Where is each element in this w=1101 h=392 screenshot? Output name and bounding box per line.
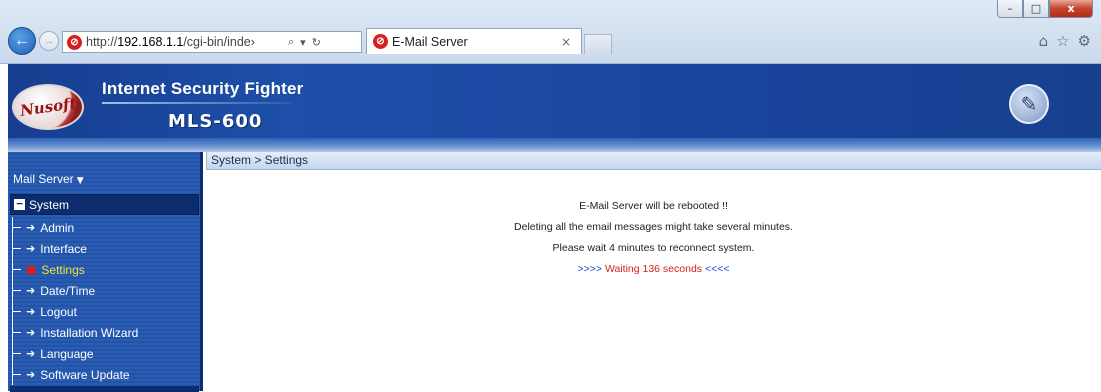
maximize-button[interactable]: □ xyxy=(1023,0,1049,18)
dropdown-icon[interactable]: ▾ xyxy=(300,36,306,49)
arrow-right-icon: ➜ xyxy=(26,305,36,318)
countdown-text: >>>> Waiting 136 seconds <<<< xyxy=(206,263,1101,275)
url-path: /cgi-bin/inde› xyxy=(183,35,255,49)
sidebar-item-label: Logout xyxy=(40,304,77,319)
back-button[interactable]: ← xyxy=(8,27,36,55)
back-arrow-icon: ← xyxy=(14,32,30,49)
sidebar-item-label: Admin xyxy=(40,220,75,235)
browser-tab[interactable]: ⊘ E-Mail Server × xyxy=(366,28,582,54)
reconnect-message: Please wait 4 minutes to reconnect syste… xyxy=(552,242,755,254)
sidebar-item-software-update[interactable]: ➜ Software Update xyxy=(12,364,198,385)
tab-close-icon[interactable]: × xyxy=(561,35,571,49)
site-favicon-icon: ⊘ xyxy=(67,34,82,50)
address-bar[interactable]: ⊘ http://192.168.1.1/cgi-bin/inde› ⌕ ▾ ↻ xyxy=(62,31,362,53)
refresh-icon[interactable]: ↻ xyxy=(312,36,321,49)
tree-line xyxy=(12,280,26,301)
arrow-right-icon: ➜ xyxy=(26,284,36,297)
mail-server-label: Mail Server xyxy=(13,172,74,186)
arrow-right-icon: ➜ xyxy=(26,368,36,381)
collapse-icon[interactable]: − xyxy=(14,198,25,210)
header-wave xyxy=(8,138,1101,152)
close-window-button[interactable]: x xyxy=(1049,0,1093,18)
forward-arrow-icon: → xyxy=(43,35,55,47)
sidebar-item-label: Date/Time xyxy=(40,283,96,298)
logo-text: Nusoft xyxy=(18,94,78,120)
chevron-down-icon: ▼ xyxy=(76,176,84,186)
app-header: Nusoft Internet Security Fighter MLS-600… xyxy=(8,64,1101,152)
nusoft-logo: Nusoft xyxy=(12,84,84,130)
address-url[interactable]: http://192.168.1.1/cgi-bin/inde› xyxy=(86,35,282,49)
tab-favicon-icon: ⊘ xyxy=(373,34,388,49)
tree-line xyxy=(12,364,26,385)
sidebar-item-interface[interactable]: ➜ Interface xyxy=(12,238,198,259)
sidebar-item-settings[interactable]: ■ Settings xyxy=(12,259,198,280)
sidebar-item-label: Installation Wizard xyxy=(40,325,139,340)
tab-title: E-Mail Server xyxy=(392,34,468,49)
sidebar-item-logout[interactable]: ➜ Logout xyxy=(12,301,198,322)
tree-line xyxy=(12,322,26,343)
browser-toolbar-icons: ⌂ ☆ ⚙ xyxy=(1039,32,1091,50)
window-controls: – □ x xyxy=(997,0,1093,20)
model-name: MLS-600 xyxy=(168,111,263,132)
sidebar-item-language[interactable]: ➜ Language xyxy=(12,343,198,364)
new-tab-button[interactable] xyxy=(584,34,612,54)
gear-icon[interactable]: ⚙ xyxy=(1078,32,1091,50)
countdown-suffix: <<<< xyxy=(704,263,730,275)
reboot-message: E-Mail Server will be rebooted !! xyxy=(579,200,728,212)
arrow-right-icon: ➜ xyxy=(26,242,36,255)
forward-button[interactable]: → xyxy=(39,31,59,51)
sidebar-group-label: System xyxy=(29,197,70,212)
tree-line xyxy=(12,343,26,364)
title-underline xyxy=(102,102,292,104)
arrow-right-icon: ➜ xyxy=(26,326,36,339)
sidebar-item-label: Interface xyxy=(40,241,87,256)
minimize-button[interactable]: – xyxy=(997,0,1023,18)
home-icon[interactable]: ⌂ xyxy=(1039,32,1049,50)
sidebar-item-date-time[interactable]: ➜ Date/Time xyxy=(12,280,198,301)
breadcrumb: System > Settings xyxy=(206,152,1101,170)
tree-line xyxy=(12,238,26,259)
countdown-prefix: >>>> xyxy=(577,263,603,275)
tree-line xyxy=(12,217,26,238)
tree-line xyxy=(12,301,26,322)
arrow-right-icon: ➜ xyxy=(26,221,36,234)
tree-line xyxy=(12,259,26,280)
product-title: Internet Security Fighter xyxy=(102,79,304,98)
sidebar-item-label: Software Update xyxy=(40,367,130,382)
mail-server-menu[interactable]: Mail Server ▼ xyxy=(13,172,84,186)
browser-chrome: – □ x ← → ⊘ http://192.168.1.1/cgi-bin/i… xyxy=(0,0,1101,64)
active-bullet-icon: ■ xyxy=(26,263,37,276)
countdown-value: Waiting 136 seconds xyxy=(604,263,703,275)
sidebar-group-system[interactable]: − System xyxy=(10,194,199,215)
star-icon[interactable]: ☆ xyxy=(1056,32,1069,50)
sidebar: Mail Server ▼ − System ➜ Admin ➜ Interface ■ S… xyxy=(8,152,203,392)
sidebar-next-group xyxy=(10,386,199,392)
delete-message: Deleting all the email messages might ta… xyxy=(514,221,793,233)
url-prefix: http:// xyxy=(86,35,118,49)
sidebar-item-label: Language xyxy=(40,346,94,361)
sidebar-item-admin[interactable]: ➜ Admin xyxy=(12,217,198,238)
sidebar-item-installation-wizard[interactable]: ➜ Installation Wizard xyxy=(12,322,198,343)
search-icon[interactable]: ⌕ xyxy=(288,35,294,49)
arrow-right-icon: ➜ xyxy=(26,347,36,360)
help-icon[interactable]: ✎ xyxy=(1009,84,1049,124)
url-host: 192.168.1.1 xyxy=(117,35,184,49)
sidebar-item-label: Settings xyxy=(41,262,85,277)
